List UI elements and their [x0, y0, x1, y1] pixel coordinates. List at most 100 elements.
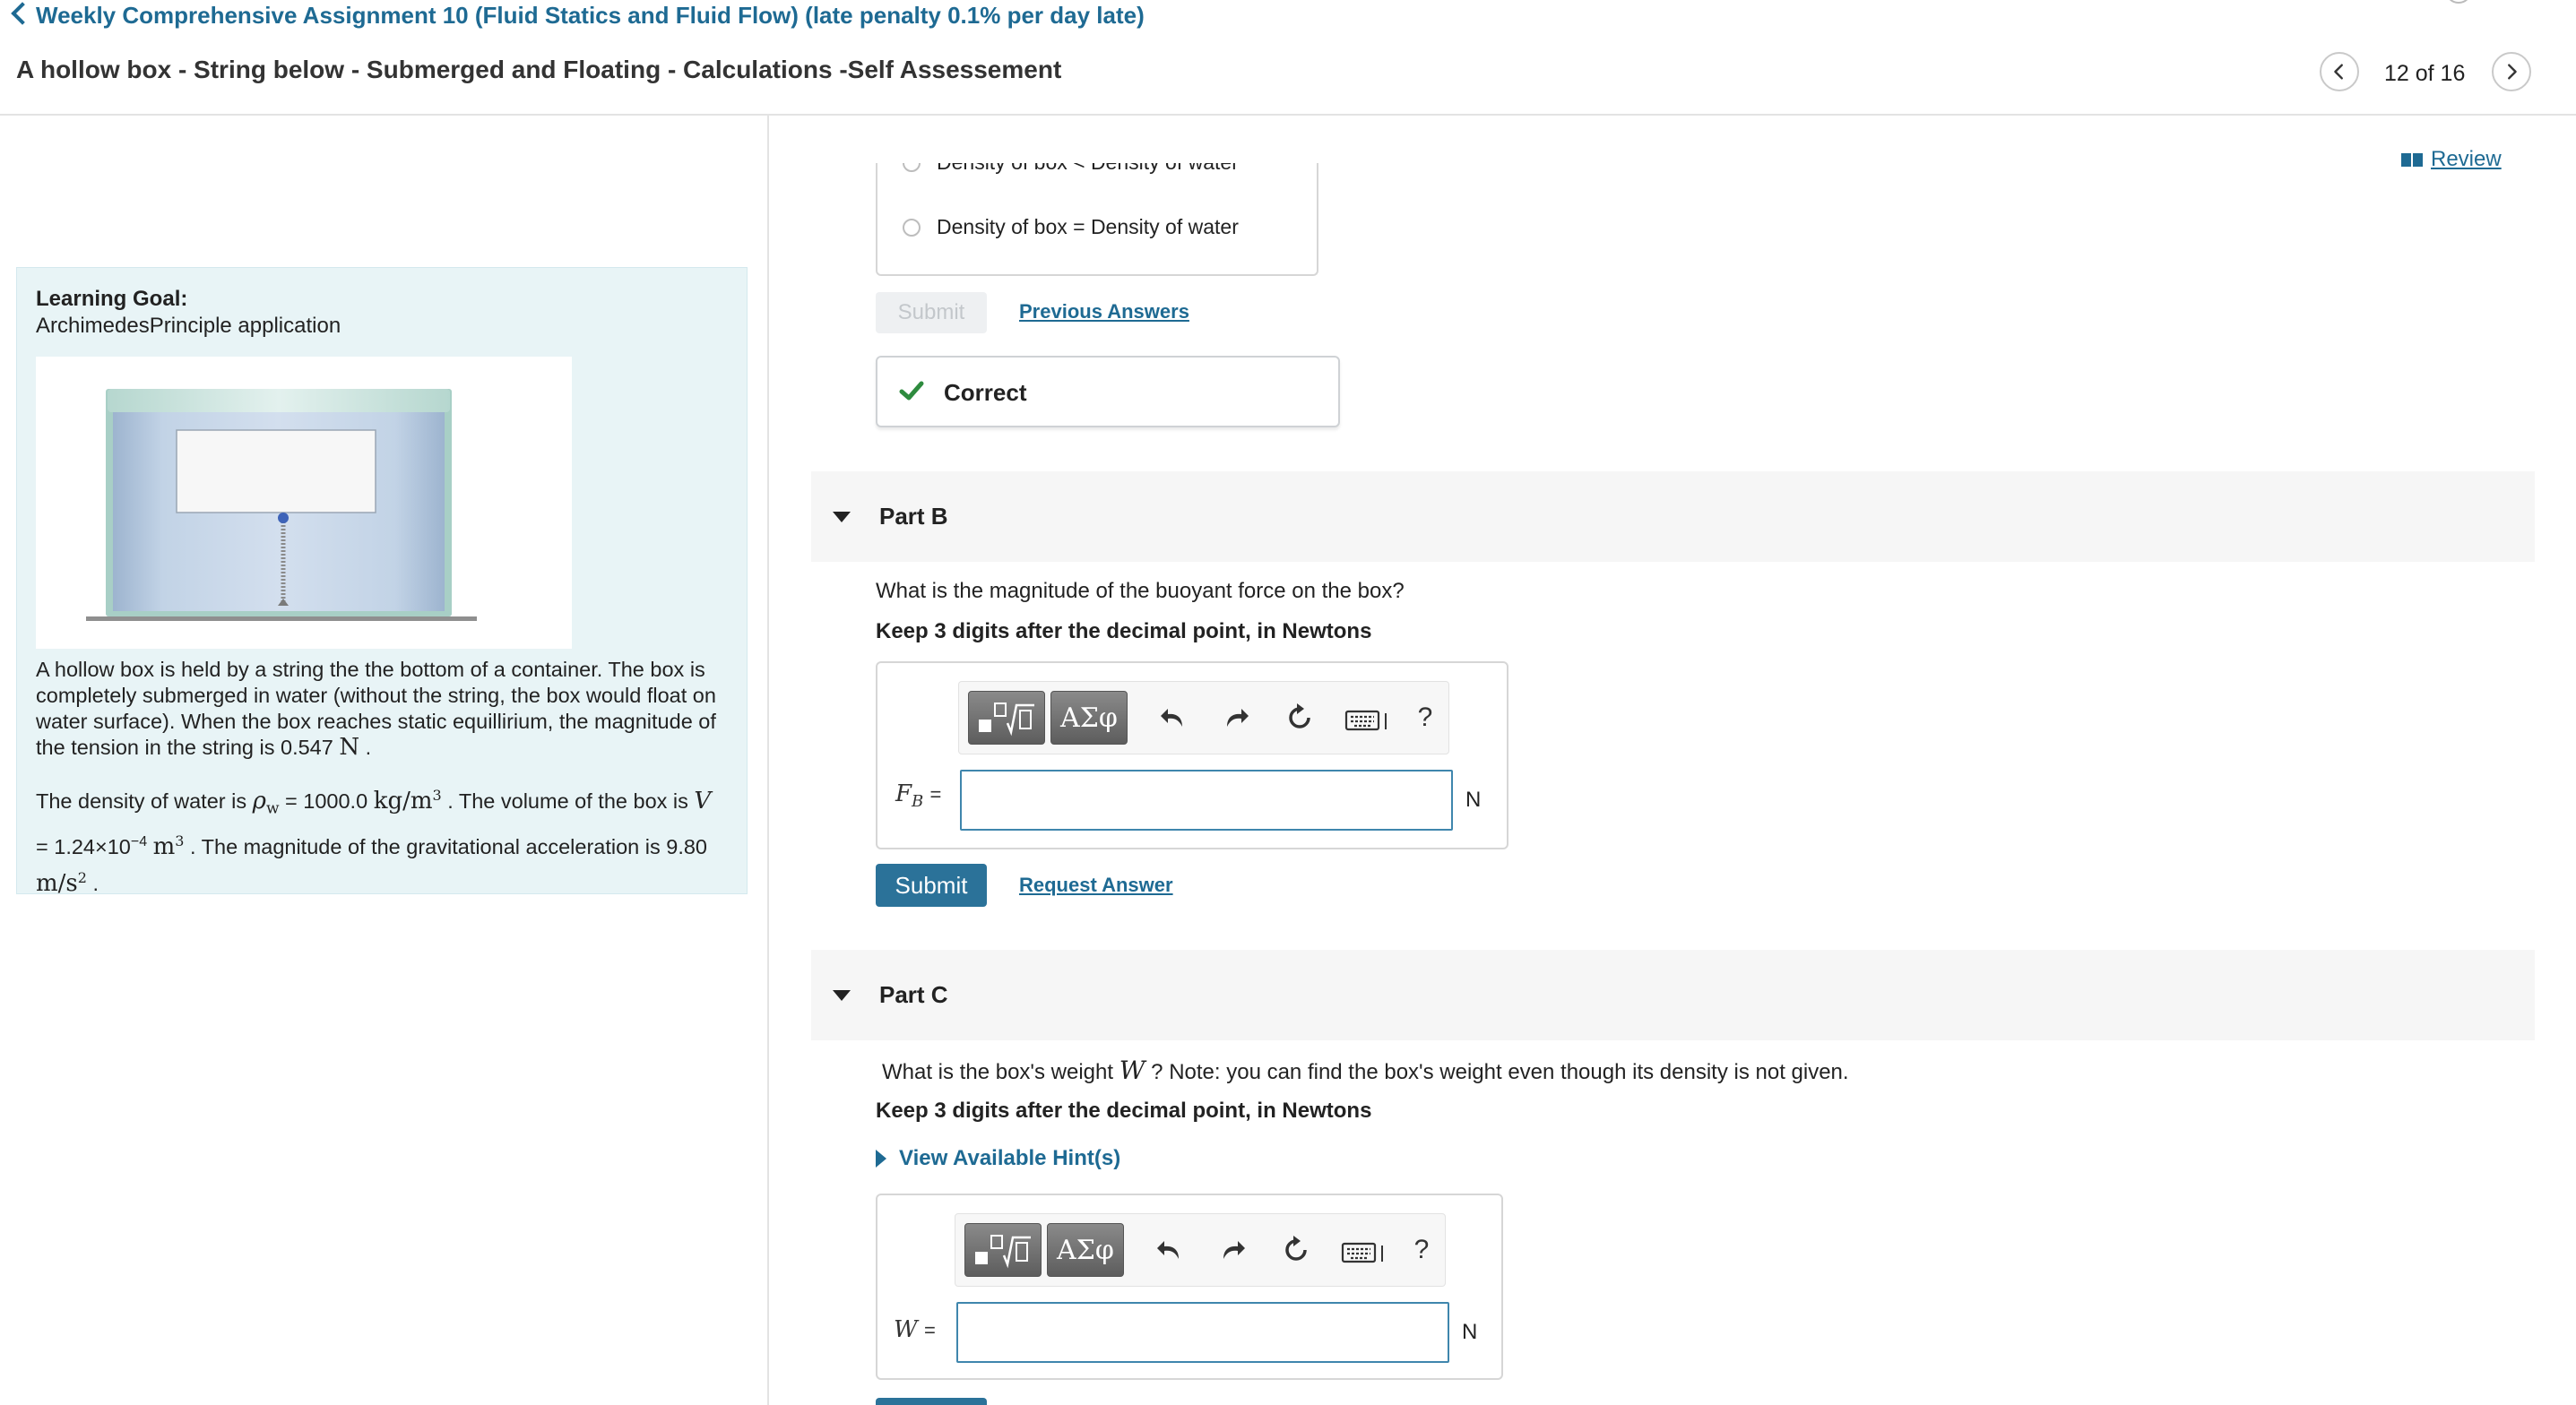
volume-unit-exponent: 3: [175, 832, 185, 849]
chevron-right-icon: [2508, 64, 2517, 80]
pager-count: 12 of 16: [2384, 61, 2466, 86]
help-button[interactable]: ?: [1404, 1232, 1439, 1268]
rho-subscript: w: [265, 799, 280, 818]
fb-equals: =: [929, 783, 942, 806]
column-divider: [767, 116, 769, 1405]
chevron-left-icon: [2334, 64, 2343, 80]
w-symbol: W: [894, 1316, 918, 1343]
help-button[interactable]: ?: [1407, 700, 1443, 736]
w-answer-input[interactable]: [956, 1302, 1449, 1363]
redo-icon: [1227, 709, 1249, 727]
review-link[interactable]: Review: [2400, 147, 2502, 172]
keyboard-button[interactable]: [1341, 1234, 1387, 1270]
density-unit-exponent: 3: [432, 787, 442, 804]
option-density-less[interactable]: Density of box < Density of water: [903, 163, 1239, 175]
checkmark-icon: [899, 381, 924, 401]
part-c-answer-box: ΑΣφ ? W = N: [876, 1194, 1503, 1380]
problem-paragraph-2: The density of water is ρw = 1000.0 kg/m…: [36, 780, 744, 900]
radio-density-less[interactable]: [903, 163, 921, 172]
part-c-question: What is the box's weight W ? Note: you c…: [882, 1056, 1849, 1085]
w-equals: =: [923, 1319, 936, 1341]
part-c-question-text-a: What is the box's weight: [882, 1060, 1114, 1084]
greek-symbols-button[interactable]: ΑΣφ: [1050, 691, 1128, 745]
option-density-equal[interactable]: Density of box = Density of water: [903, 215, 1239, 239]
keyboard-icon: [1344, 710, 1387, 731]
part-c-submit-button[interactable]: [876, 1398, 987, 1405]
redo-button[interactable]: [1215, 1232, 1251, 1268]
feedback-text: Correct: [944, 379, 1027, 406]
radio-density-equal[interactable]: [903, 218, 921, 237]
reset-button[interactable]: [1278, 1232, 1314, 1268]
math-toolbar: ΑΣφ ?: [955, 1213, 1446, 1287]
request-answer-link[interactable]: Request Answer: [1019, 874, 1173, 897]
fb-variable-label: FB =: [895, 780, 941, 811]
part-b-label: Part B: [879, 503, 948, 530]
expand-triangle-icon: [876, 1150, 886, 1168]
previous-answers-link[interactable]: Previous Answers: [1019, 300, 1189, 323]
undo-button[interactable]: [1154, 700, 1190, 736]
problem-paragraph-1: A hollow box is held by a string the the…: [36, 658, 716, 761]
option-density-less-label: Density of box < Density of water: [937, 163, 1239, 175]
collapse-triangle-icon: [833, 990, 851, 1001]
part-a-options: Density of box < Density of water Densit…: [876, 163, 1318, 276]
greek-symbols-button[interactable]: ΑΣφ: [1047, 1223, 1124, 1277]
assignment-link-text: Weekly Comprehensive Assignment 10 (Flui…: [36, 2, 1145, 29]
assignment-back-link[interactable]: Weekly Comprehensive Assignment 10 (Flui…: [11, 0, 1145, 30]
keyboard-button[interactable]: [1344, 702, 1391, 737]
redo-button[interactable]: [1219, 700, 1255, 736]
paragraph-2-text-b: . The volume of the box is: [447, 789, 688, 813]
user-avatar[interactable]: [2445, 0, 2472, 4]
learning-goal-text: ArchimedesPrinciple application: [36, 314, 341, 338]
paragraph-1-text: A hollow box is held by a string the the…: [36, 658, 716, 759]
view-hints-label: View Available Hint(s): [899, 1146, 1121, 1170]
templates-button[interactable]: [968, 691, 1045, 745]
previous-item-button[interactable]: [2320, 52, 2359, 91]
tension-unit: N: [339, 734, 360, 761]
templates-icon: [975, 1235, 1031, 1269]
reset-icon: [1289, 703, 1310, 728]
templates-button[interactable]: [964, 1223, 1042, 1277]
part-c-instruction: Keep 3 digits after the decimal point, i…: [876, 1099, 1372, 1123]
book-icon: [2401, 153, 2423, 167]
part-b-answer-box: ΑΣφ ? FB = N: [876, 661, 1508, 849]
volume-unit: m: [152, 832, 176, 860]
container-box-diagram: [86, 389, 477, 621]
fb-subscript: B: [912, 792, 924, 812]
w-variable-label: W =: [894, 1315, 936, 1343]
part-b-submit-button[interactable]: Submit: [876, 864, 987, 907]
undo-button[interactable]: [1151, 1232, 1187, 1268]
option-density-equal-label: Density of box = Density of water: [937, 215, 1239, 238]
paragraph-2-text-a: The density of water is: [36, 789, 247, 813]
next-item-button[interactable]: [2492, 52, 2531, 91]
problem-figure: [36, 357, 572, 649]
gravity-unit-exponent: 2: [77, 869, 87, 887]
learning-goal-heading: Learning Goal:: [36, 287, 188, 311]
redo-icon: [1223, 1241, 1245, 1259]
fb-answer-input[interactable]: [960, 770, 1453, 831]
part-c-header[interactable]: Part C: [811, 950, 2535, 1040]
part-c-label: Part C: [879, 981, 948, 1008]
weight-symbol: W: [1119, 1056, 1145, 1085]
reset-button[interactable]: [1282, 700, 1318, 736]
w-unit: N: [1462, 1320, 1478, 1344]
view-hints-link[interactable]: View Available Hint(s): [876, 1146, 1120, 1171]
volume-exponent: −4: [130, 833, 148, 849]
page-title: A hollow box - String below - Submerged …: [16, 56, 1062, 83]
chevron-left-icon: [11, 2, 34, 25]
paragraph-2-period: .: [92, 872, 99, 896]
templates-icon: [979, 702, 1034, 737]
part-b-header[interactable]: Part B: [811, 471, 2535, 562]
undo-icon: [1157, 1241, 1179, 1259]
volume-value: = 1.24×10: [36, 834, 131, 858]
density-unit: kg/m: [373, 787, 433, 815]
paragraph-2-text-c: . The magnitude of the gravitational acc…: [190, 834, 707, 858]
volume-symbol: V: [694, 787, 712, 815]
gravity-unit: m/s: [36, 870, 78, 898]
collapse-triangle-icon: [833, 512, 851, 522]
rho-value: = 1000.0: [285, 789, 368, 813]
fb-unit: N: [1465, 788, 1482, 812]
correct-feedback: Correct: [876, 356, 1340, 427]
part-a-submit-button[interactable]: Submit: [876, 292, 987, 333]
review-label: Review: [2431, 147, 2502, 171]
part-b-question: What is the magnitude of the buoyant for…: [876, 579, 1405, 603]
